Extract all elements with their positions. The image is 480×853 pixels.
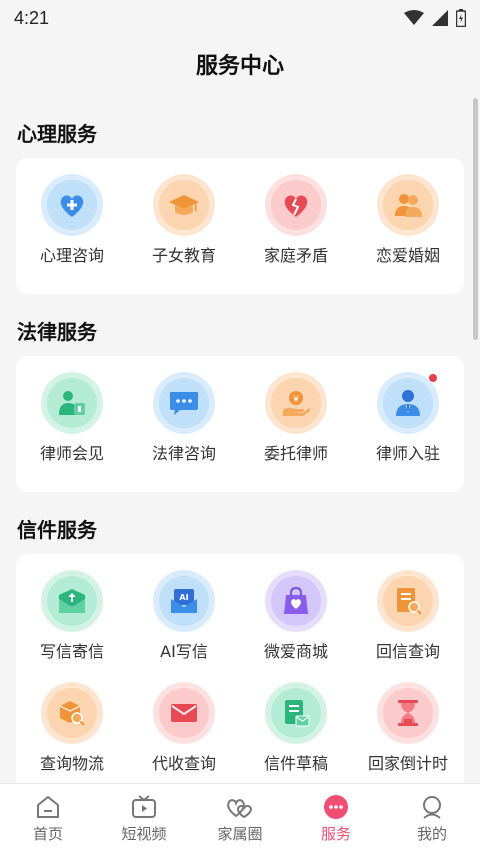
graduation-cap-icon: [169, 195, 199, 215]
status-time: 4:21: [14, 7, 50, 28]
service-item-legal-consult[interactable]: 法律咨询: [128, 372, 240, 484]
service-item-collect-query[interactable]: 代收查询: [128, 682, 240, 794]
service-item-love-marriage[interactable]: 恋爱婚姻: [352, 174, 464, 286]
wifi-icon: [404, 10, 424, 25]
service-label: 家庭矛盾: [263, 246, 328, 265]
hand-coin-icon: ¥: [283, 391, 310, 416]
nav-label: 我的: [416, 824, 447, 843]
broken-heart-icon: [284, 195, 308, 217]
nav-item-profile[interactable]: 我的: [384, 784, 480, 853]
status-icons: [404, 9, 466, 27]
service-label: 回家倒计时: [367, 754, 448, 773]
battery-icon: [456, 9, 466, 27]
nav-item-home[interactable]: 首页: [0, 784, 96, 853]
section-title-legal: 法律服务: [17, 320, 97, 344]
service-label: 委托律师: [263, 444, 328, 463]
profile-icon: [423, 795, 441, 819]
nav-item-short-video[interactable]: 短视频: [96, 784, 192, 853]
service-label: 微爱商城: [263, 642, 328, 661]
service-label: 信件草稿: [263, 754, 328, 773]
service-item-ai-write[interactable]: AI AI写信: [128, 570, 240, 682]
service-label: 查询物流: [39, 754, 104, 773]
draft-mail-icon: [285, 700, 310, 727]
svg-text:AI: AI: [179, 593, 188, 602]
psychology-services-card: 心理咨询 子女教育 家庭矛盾 恋爱婚姻: [16, 158, 464, 294]
service-item-family-conflict[interactable]: 家庭矛盾: [240, 174, 352, 286]
nav-item-service[interactable]: 服务: [288, 784, 384, 853]
service-label: 心理咨询: [39, 246, 104, 265]
signal-icon: [432, 10, 448, 26]
chat-bubble-icon: [170, 392, 198, 415]
section-title-mail: 信件服务: [17, 518, 97, 542]
bottom-navigation: 首页 短视频 家属圈 服务 我的: [0, 783, 480, 853]
page-title: 服务中心: [195, 54, 284, 79]
home-icon: [37, 795, 59, 818]
service-icon: [324, 794, 348, 819]
lawyer-icon: [396, 390, 420, 416]
service-label: 律师入驻: [375, 444, 440, 463]
service-item-reply-query[interactable]: 回信查询: [352, 570, 464, 682]
mail-services-card: 写信寄信 AI AI写信 微爱商城 回信查询 查询物流 代收查询 信件草稿 回家…: [16, 554, 464, 794]
service-item-lawyer-meeting[interactable]: 律师会见: [16, 372, 128, 484]
service-item-hire-lawyer[interactable]: ¥ 委托律师: [240, 372, 352, 484]
service-item-mall[interactable]: 微爱商城: [240, 570, 352, 682]
service-item-psych-consult[interactable]: 心理咨询: [16, 174, 128, 286]
hearts-icon: [227, 798, 252, 818]
service-label: AI写信: [160, 642, 208, 661]
nav-label: 服务: [320, 824, 351, 843]
status-bar: 4:21: [0, 0, 480, 36]
video-icon: [132, 794, 156, 818]
lawyer-meeting-icon: [59, 391, 85, 415]
nav-label: 家属圈: [217, 824, 263, 843]
service-label: 子女教育: [151, 246, 216, 265]
package-search-icon: [59, 701, 85, 726]
couple-icon: [395, 194, 422, 217]
legal-services-card: 律师会见 法律咨询 ¥ 委托律师 律师入驻: [16, 356, 464, 492]
service-label: 法律咨询: [151, 444, 216, 463]
service-item-write-send[interactable]: 写信寄信: [16, 570, 128, 682]
service-label: 代收查询: [151, 754, 216, 773]
service-label: 回信查询: [375, 642, 440, 661]
envelope-upload-icon: [59, 589, 85, 613]
service-label: 恋爱婚姻: [375, 246, 440, 265]
nav-label: 首页: [32, 824, 63, 843]
service-item-letter-draft[interactable]: 信件草稿: [240, 682, 352, 794]
scrollbar[interactable]: [473, 98, 478, 340]
document-search-icon: [397, 588, 422, 615]
shopping-bag-icon: [284, 586, 308, 614]
heart-plus-icon: [60, 195, 84, 217]
service-item-logistics[interactable]: 查询物流: [16, 682, 128, 794]
notification-dot: [429, 374, 437, 382]
svg-text:¥: ¥: [293, 395, 299, 405]
service-label: 律师会见: [39, 444, 104, 463]
nav-item-family-circle[interactable]: 家属圈: [192, 784, 288, 853]
ai-envelope-icon: AI: [171, 589, 197, 613]
service-item-lawyer-join[interactable]: 律师入驻: [352, 372, 464, 484]
mail-icon: [171, 704, 197, 722]
nav-label: 短视频: [121, 824, 167, 843]
service-item-homecoming-countdown[interactable]: 回家倒计时: [352, 682, 464, 794]
service-item-child-education[interactable]: 子女教育: [128, 174, 240, 286]
service-label: 写信寄信: [39, 642, 104, 661]
section-title-psychology: 心理服务: [17, 122, 97, 146]
hourglass-icon: [398, 700, 418, 726]
